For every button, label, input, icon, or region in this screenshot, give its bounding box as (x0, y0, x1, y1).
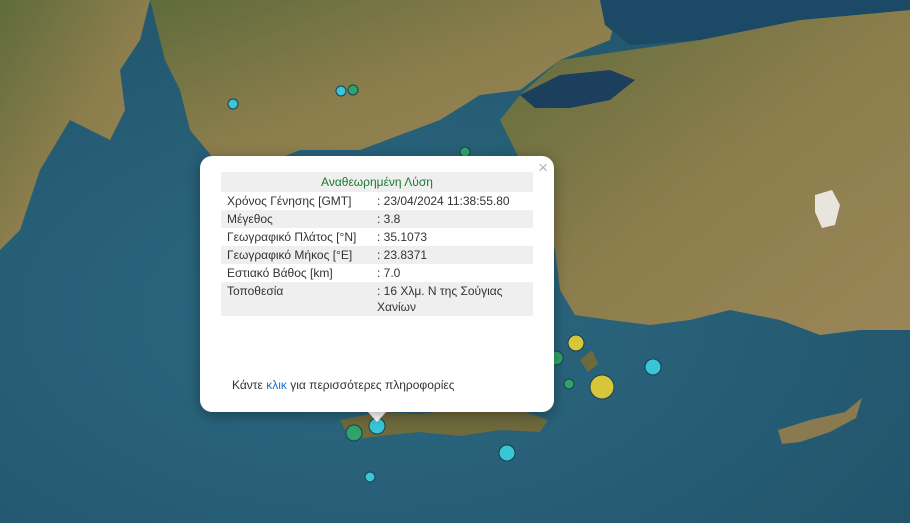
earthquake-marker[interactable] (227, 98, 239, 110)
earthquake-marker[interactable] (498, 444, 516, 462)
info-row: Χρόνος Γένησης [GMT] : 23/04/2024 11:38:5… (221, 192, 533, 210)
row-label: Μέγεθος (221, 210, 371, 228)
row-value: : 35.1073 (377, 230, 428, 244)
earthquake-marker[interactable] (563, 378, 575, 390)
earthquake-marker[interactable] (589, 374, 615, 400)
info-row: Μέγεθος: 3.8 (221, 210, 533, 228)
close-icon[interactable]: × (538, 159, 548, 177)
row-value: : 23.8371 (371, 246, 533, 264)
row-label: Γεωγραφικό Μήκος [°E] (221, 246, 371, 264)
row-value: : 16 Χλμ. Ν της Σούγιας Χανίων (371, 282, 533, 316)
earthquake-marker[interactable] (567, 334, 585, 352)
earthquake-marker[interactable] (364, 471, 376, 483)
info-row: Γεωγραφικό Πλάτος [°N] : 35.1073 (221, 228, 533, 246)
row-value: : 7.0 (377, 266, 401, 280)
row-label: Εστιακό Βάθος [km] (227, 266, 333, 280)
popup-title: Αναθεωρημένη Λύση (221, 172, 533, 192)
row-label: Χρόνος Γένησης [GMT] (227, 194, 352, 208)
info-row: Εστιακό Βάθος [km] : 7.0 (221, 264, 533, 282)
row-label: Γεωγραφικό Πλάτος [°N] (227, 230, 357, 244)
info-row: Γεωγραφικό Μήκος [°E]: 23.8371 (221, 246, 533, 264)
earthquake-marker[interactable] (335, 85, 347, 97)
row-value: : 23/04/2024 11:38:55.80 (377, 194, 510, 208)
earthquake-marker[interactable] (347, 84, 359, 96)
more-info-text: Κάντε κλικ για περισσότερες πληροφορίες (232, 378, 455, 392)
row-value: : 3.8 (371, 210, 533, 228)
earthquake-marker[interactable] (644, 358, 662, 376)
info-row: Τοποθεσία: 16 Χλμ. Ν της Σούγιας Χανίων (221, 282, 533, 316)
more-info-link[interactable]: κλικ (266, 378, 287, 392)
popup-tip (367, 411, 387, 422)
earthquake-info-table: Αναθεωρημένη Λύση Χρόνος Γένησης [GMT] : … (221, 172, 533, 316)
row-label: Τοποθεσία (221, 282, 371, 316)
earthquake-popup: × Αναθεωρημένη Λύση Χρόνος Γένησης [GMT]… (200, 156, 554, 412)
earthquake-marker[interactable] (345, 424, 363, 442)
